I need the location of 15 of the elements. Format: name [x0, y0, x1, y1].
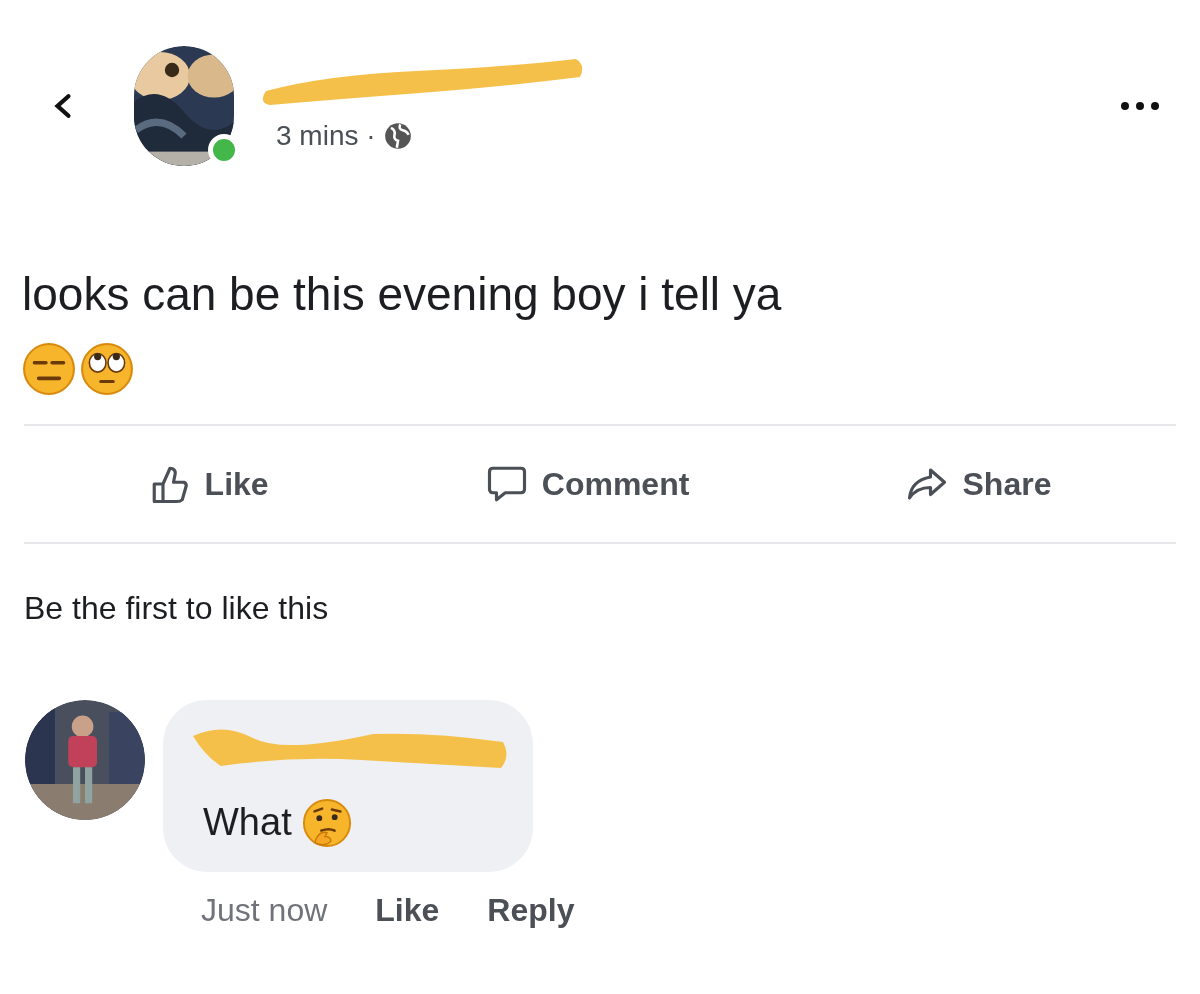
more-options-icon[interactable] [1120, 101, 1160, 111]
reply-link[interactable]: Reply [487, 886, 575, 934]
expressionless-emoji-icon [22, 342, 76, 396]
likes-summary: Be the first to like this [24, 589, 330, 628]
like-button[interactable]: Like [148, 460, 269, 508]
comment-text: What [203, 800, 292, 845]
thinking-emoji-icon [301, 797, 352, 848]
post-text: looks can be this evening boy i tell ya [22, 267, 783, 322]
comment-button[interactable]: Comment [485, 460, 690, 508]
like-link[interactable]: Like [375, 886, 440, 934]
comment-time: Just now [201, 891, 328, 930]
globe-icon [383, 122, 412, 150]
share-button[interactable]: Share [906, 460, 1052, 508]
post-time: 3 mins · [276, 119, 376, 153]
eye-roll-emoji-icon [80, 342, 134, 396]
